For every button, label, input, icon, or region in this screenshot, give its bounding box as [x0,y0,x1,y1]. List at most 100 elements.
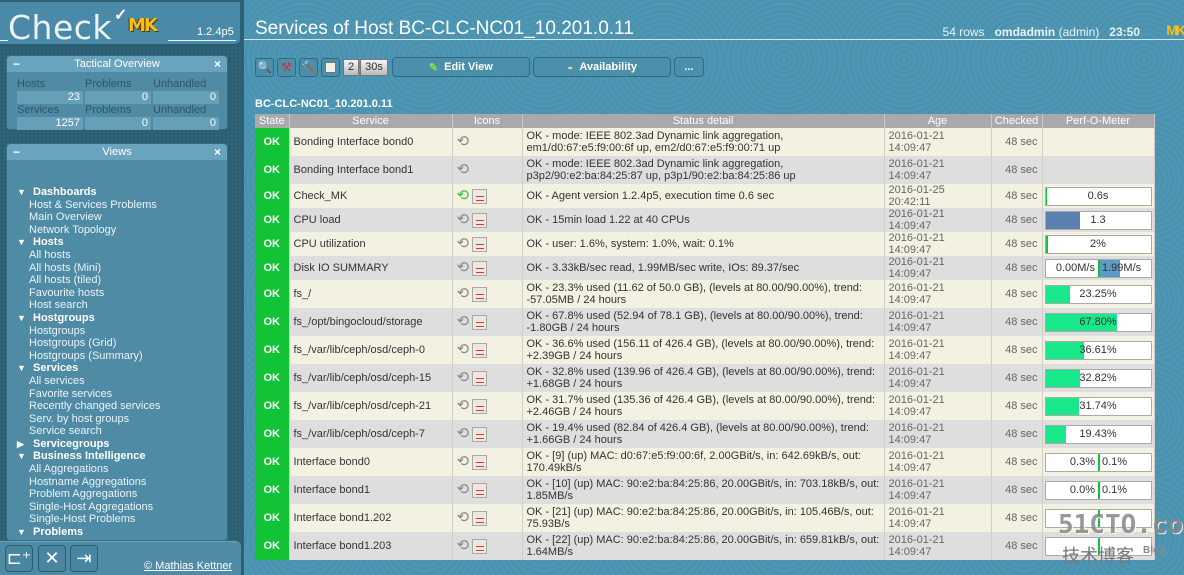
triangle-down-icon[interactable]: ▼ [17,362,33,375]
view-group[interactable]: ▼ Problems [7,526,227,539]
service-name[interactable]: Interface bond1.202 [289,504,453,532]
view-link[interactable]: All Aggregations [7,463,227,476]
settings-button[interactable]: ✕ [38,545,66,572]
column-header-state[interactable]: State [255,114,290,128]
view-link[interactable]: Network Topology [7,224,227,237]
availability-button[interactable]: ◒ Availability [532,57,671,77]
view-group[interactable]: ▼ Services [7,362,227,375]
service-name[interactable]: Bonding Interface bond1 [289,156,453,184]
graph-icon[interactable] [472,188,488,204]
close-icon[interactable]: × [214,144,221,160]
graph-icon[interactable] [472,370,488,386]
service-name[interactable]: fs_/ [289,280,453,308]
service-name[interactable]: CPU utilization [289,232,453,256]
perf-o-meter[interactable]: 1.3 [1044,210,1152,230]
service-name[interactable]: Interface bond1.203 [289,532,453,560]
view-link[interactable]: All services [7,375,227,388]
reschedule-icon[interactable]: ⟲ [457,134,470,149]
copyright-link[interactable]: © Mathias Kettner [144,560,232,572]
close-icon[interactable]: × [214,56,221,72]
logout-button[interactable]: ⇥ [70,545,98,572]
graph-icon[interactable] [472,454,488,470]
view-link[interactable]: Favorite services [7,388,227,401]
reschedule-icon[interactable]: ⟲ [457,398,470,413]
reschedule-icon[interactable]: ⟲ [457,162,470,177]
view-link[interactable]: Serv. by host groups [7,413,227,426]
view-link[interactable]: Single-Host Aggregations [7,501,227,514]
service-name[interactable]: fs_/var/lib/ceph/osd/ceph-7 [289,420,453,448]
view-link[interactable]: Single-Host Problems [7,513,227,526]
service-name[interactable]: Interface bond1 [289,476,453,504]
snapin-header[interactable]: − Tactical Overview × [7,56,227,72]
column-header-status-detail[interactable]: Status detail [522,114,885,128]
reschedule-icon[interactable]: ⟲ [457,188,470,203]
view-group[interactable]: ▼ Hostgroups [7,312,227,325]
service-problems-count[interactable]: 0 [85,117,151,130]
reschedule-icon[interactable]: ⟲ [457,212,470,227]
service-name[interactable]: Bonding Interface bond0 [289,128,453,156]
reschedule-icon[interactable]: ⟲ [457,286,470,301]
graph-icon[interactable] [472,260,488,276]
service-name[interactable]: fs_/var/lib/ceph/osd/ceph-0 [289,336,453,364]
reschedule-icon[interactable]: ⟲ [457,482,470,497]
service-name[interactable]: fs_/opt/bingocloud/storage [289,308,453,336]
service-name[interactable]: Interface bond0 [289,448,453,476]
column-header-icons[interactable]: Icons [452,114,523,128]
view-link[interactable]: Problem Aggregations [7,488,227,501]
more-button[interactable]: ... [673,57,704,77]
service-name[interactable]: CPU load [289,208,453,232]
graph-icon[interactable] [472,398,488,414]
view-link[interactable]: Service search [7,425,227,438]
triangle-down-icon[interactable]: ▼ [17,236,33,249]
view-link[interactable]: All hosts [7,249,227,262]
reschedule-icon[interactable]: ⟲ [457,236,470,251]
view-link[interactable]: Hostname Aggregations [7,476,227,489]
logo[interactable]: Check ✓ MK 1.2.4p5 [0,2,240,47]
view-link[interactable]: Recently changed services [7,400,227,413]
view-link[interactable]: Hostgroups (Summary) [7,350,227,363]
column-header-checked[interactable]: Checked [991,114,1043,128]
view-link[interactable]: All hosts (Mini) [7,262,227,275]
graph-icon[interactable] [472,314,488,330]
perf-o-meter[interactable]: 67.80% [1044,312,1152,332]
view-group[interactable]: ▼ Hosts [7,236,227,249]
minimize-icon[interactable]: − [13,144,20,160]
view-link[interactable]: Host & Services Problems [7,199,227,212]
service-name[interactable]: Check_MK [289,184,453,208]
graph-icon[interactable] [472,286,488,302]
perf-o-meter[interactable]: 31.74% [1044,396,1152,416]
minimize-icon[interactable]: − [13,56,20,72]
perf-o-meter[interactable]: 23.25% [1044,284,1152,304]
reschedule-icon[interactable]: ⟲ [457,426,470,441]
perf-o-meter[interactable]: 0.6s [1044,186,1152,206]
hosts-count[interactable]: 23 [17,91,83,104]
checkbox-toggle-button[interactable] [321,57,340,77]
reschedule-icon[interactable]: ⟲ [457,538,470,553]
triangle-down-icon[interactable]: ▼ [17,450,33,463]
commands-button[interactable]: ⚒ [277,57,296,77]
perf-o-meter[interactable]: 0.00M/s 1.99M/s [1044,258,1152,278]
service-name[interactable]: fs_/var/lib/ceph/osd/ceph-15 [289,364,453,392]
triangle-down-icon[interactable]: ▼ [17,186,33,199]
host-unhandled-count[interactable]: 0 [153,91,219,104]
triangle-down-icon[interactable]: ▼ [17,526,33,539]
graph-icon[interactable] [472,342,488,358]
view-group[interactable]: ▼ Business Intelligence [7,450,227,463]
perf-o-meter[interactable]: 0.0% 0.1% [1044,480,1152,500]
reschedule-icon[interactable]: ⟲ [457,454,470,469]
perf-o-meter[interactable]: 0.3% 0.1% [1044,452,1152,472]
add-snapin-button[interactable]: ⊏⁺ [5,545,33,572]
edit-view-button[interactable]: ✎ Edit View [391,57,530,77]
reschedule-icon[interactable]: ⟲ [457,370,470,385]
snapin-header[interactable]: − Views × [7,144,227,160]
view-link[interactable]: Main Overview [7,211,227,224]
services-count[interactable]: 1257 [17,117,83,130]
column-header-perf-o-meter[interactable]: Perf-O-Meter [1042,114,1155,128]
graph-icon[interactable] [472,212,488,228]
columns-selector[interactable]: 2 [343,58,360,76]
view-link[interactable]: Hostgroups (Grid) [7,337,227,350]
perf-o-meter[interactable]: 2% [1044,234,1152,254]
graph-icon[interactable] [472,482,488,498]
perf-o-meter[interactable]: 32.82% [1044,368,1152,388]
view-link[interactable]: Hostgroups [7,325,227,338]
